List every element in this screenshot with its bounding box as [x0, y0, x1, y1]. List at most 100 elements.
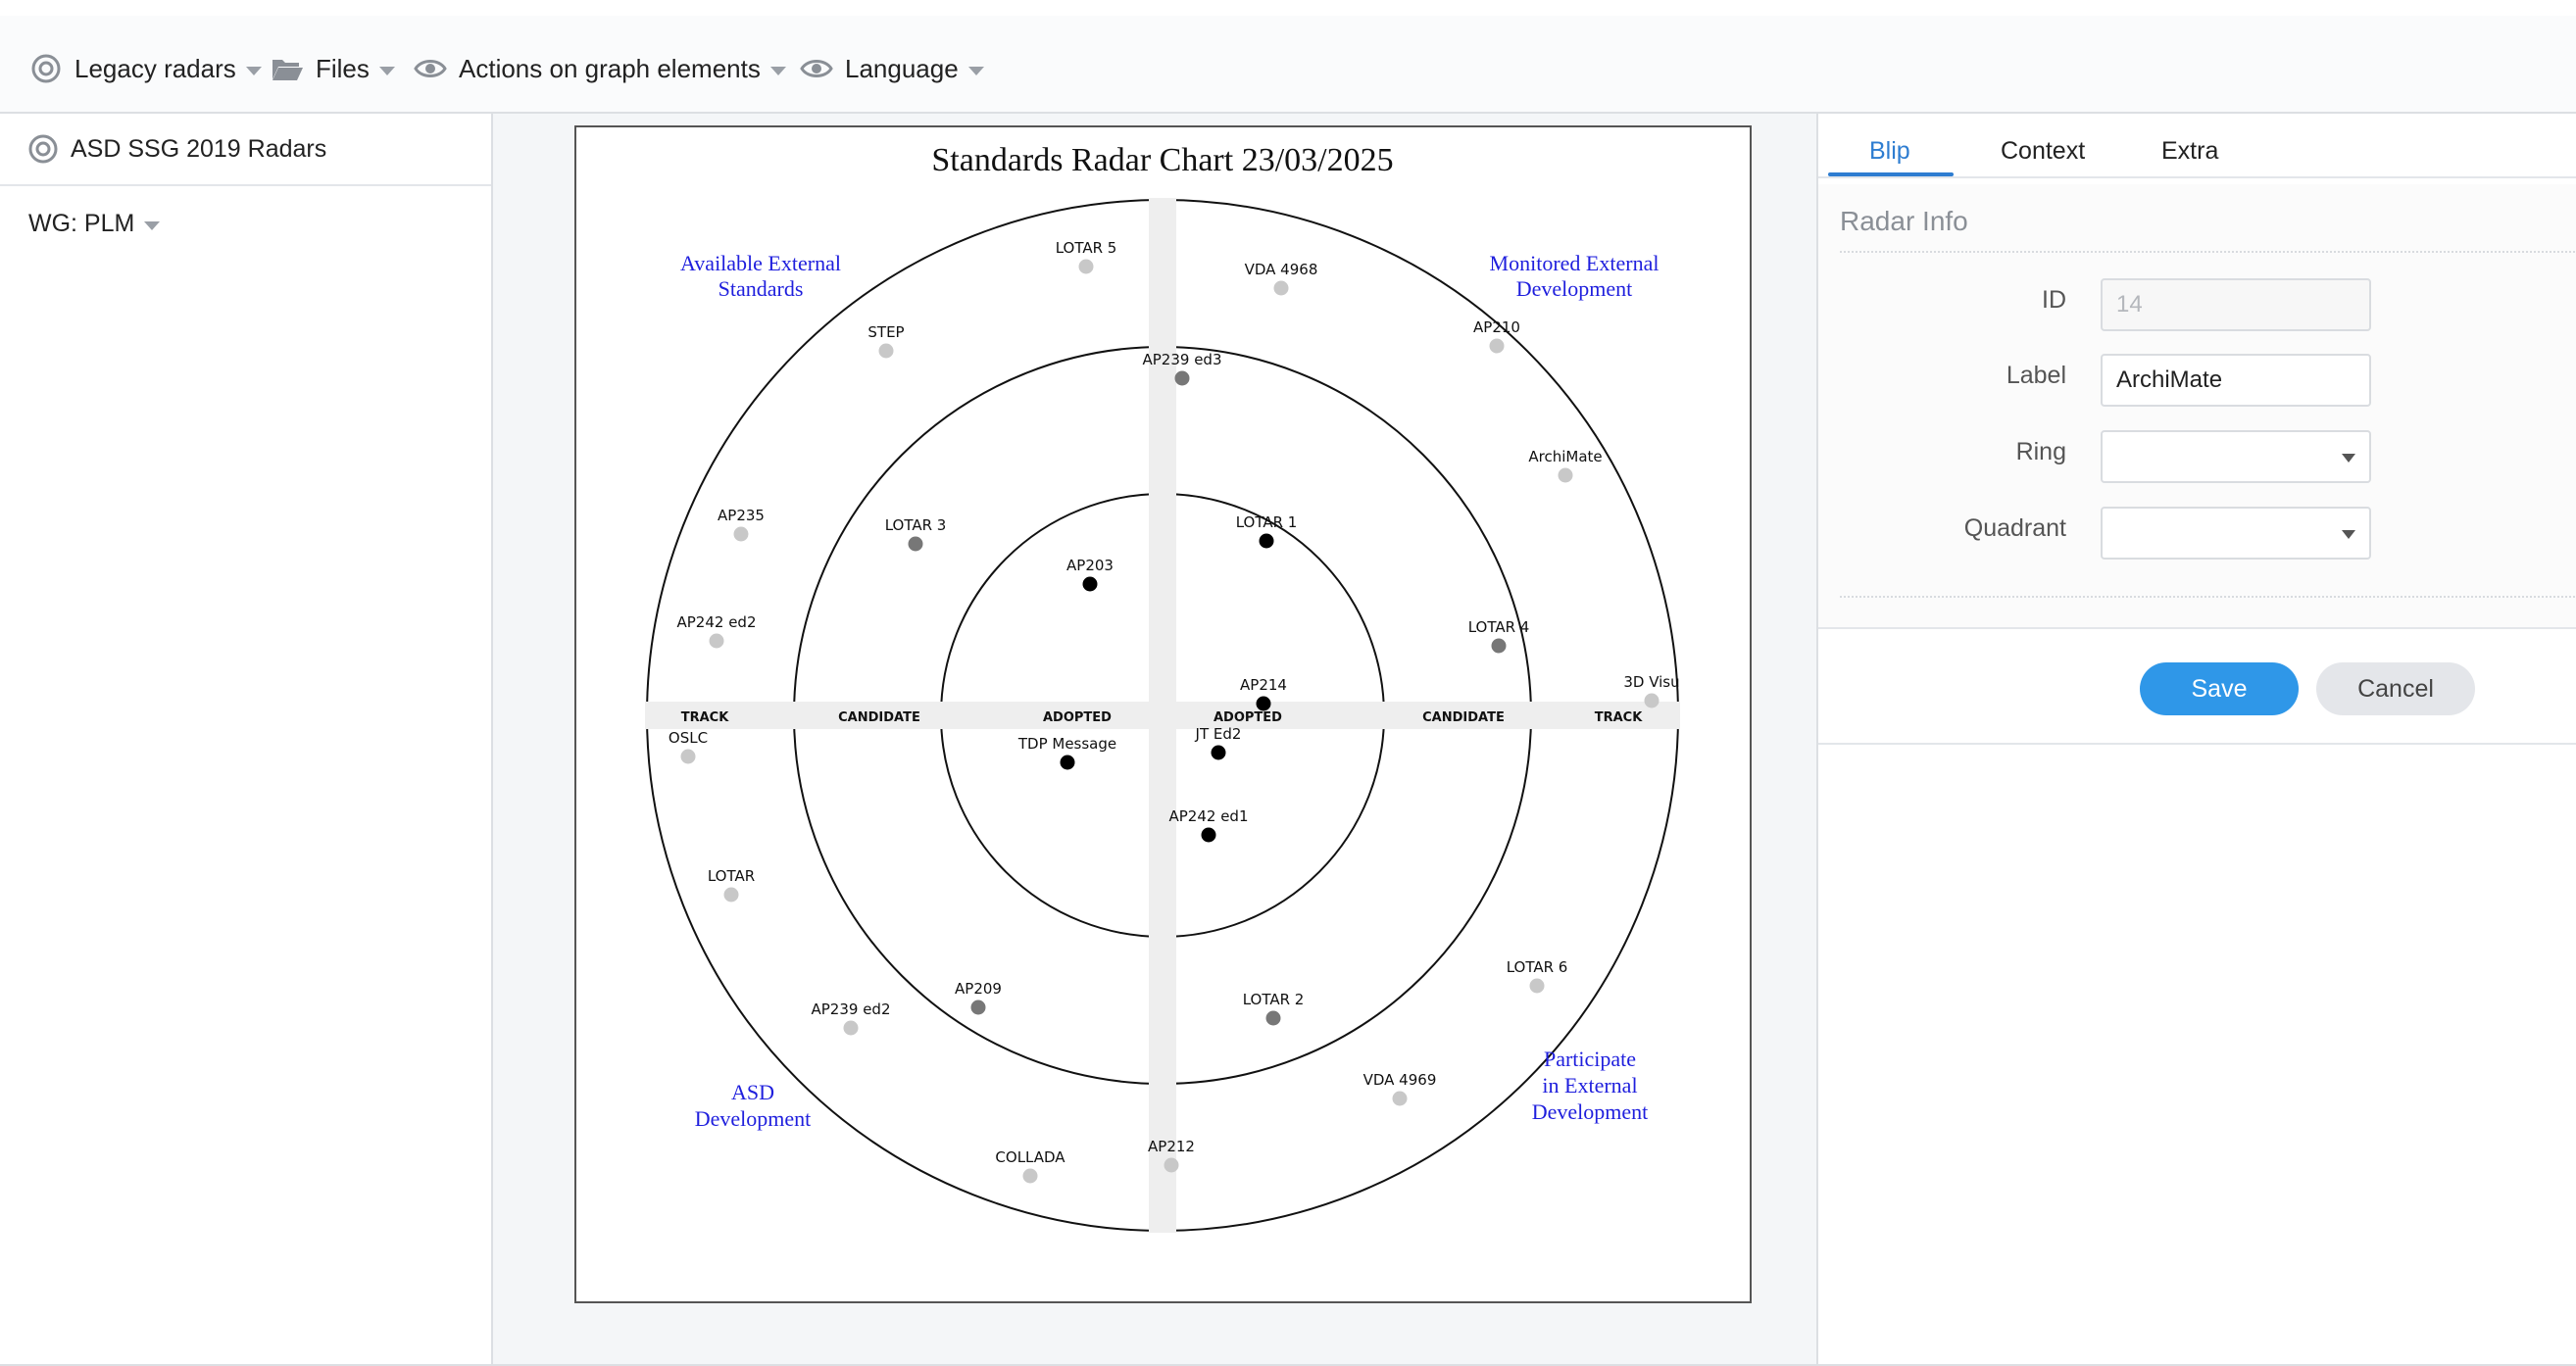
tab-blip[interactable]: Blip — [1869, 137, 1910, 166]
ring-label: ADOPTED — [1043, 710, 1112, 725]
blip-label: STEP — [867, 323, 904, 341]
eye-icon — [800, 52, 833, 85]
chevron-down-icon — [2342, 530, 2355, 539]
blip-marker — [1201, 827, 1216, 843]
menu-language-label: Language — [845, 53, 959, 83]
blip-marker — [1022, 1168, 1038, 1184]
target-icon — [29, 52, 63, 85]
quadrant-label: Monitored External Development — [1490, 251, 1660, 301]
radar-chart-frame: Standards Radar Chart 23/03/2025 TRACK CAN… — [574, 125, 1752, 1303]
label-field[interactable]: ArchiMate — [2101, 354, 2371, 407]
blip-label: AP242 ed1 — [1169, 807, 1249, 825]
radar-info-section: Radar Info ID 14 Label ArchiMate Ring Qu… — [1818, 184, 2576, 629]
blip-marker — [1529, 978, 1545, 994]
quadrant-label: Quadrant — [1963, 514, 2066, 542]
blip-marker — [1174, 370, 1190, 386]
wg-dropdown[interactable]: WG: PLM — [28, 204, 161, 243]
blip-marker — [723, 887, 739, 903]
blip-label: TDP Message — [1017, 735, 1116, 753]
ring-label: CANDIDATE — [1422, 710, 1505, 725]
blip-label: LOTAR 2 — [1243, 991, 1305, 1008]
blip-label: JT Ed2 — [1195, 725, 1242, 743]
divider — [1818, 743, 2576, 745]
blip-marker — [1644, 693, 1660, 708]
blip-label: AP239 ed3 — [1143, 351, 1222, 368]
target-icon — [27, 133, 59, 165]
blip-label: OSLC — [669, 729, 708, 747]
blip-label: AP242 ed2 — [677, 613, 757, 631]
quadrant-label: ASD Development — [695, 1080, 812, 1131]
chevron-down-icon — [769, 66, 786, 75]
chevron-down-icon — [967, 66, 984, 75]
blip-marker — [1489, 338, 1505, 354]
blip-marker — [1164, 1157, 1179, 1173]
ring-label: Ring — [2015, 438, 2066, 465]
blip-label: VDA 4969 — [1363, 1071, 1437, 1089]
blip-label: COLLADA — [995, 1148, 1065, 1166]
blip-label: AP235 — [718, 507, 765, 524]
blip-label: AP212 — [1148, 1138, 1195, 1155]
blip-marker — [733, 526, 749, 542]
radar-set-item[interactable]: ASD SSG 2019 Radars — [0, 114, 491, 186]
section-title: Radar Info — [1840, 206, 1968, 236]
blip-marker — [1491, 638, 1507, 654]
radar-chart[interactable]: Standards Radar Chart 23/03/2025 TRACK CAN… — [576, 127, 1750, 1301]
eye-icon — [414, 52, 447, 85]
blip-label: LOTAR 6 — [1507, 958, 1568, 976]
id-label: ID — [2042, 286, 2066, 314]
blip-marker — [1256, 696, 1271, 711]
active-tab-indicator — [1828, 172, 1954, 176]
horizontal-axis-band — [645, 702, 1680, 729]
blip-label: AP203 — [1066, 557, 1114, 574]
blip-marker — [843, 1020, 859, 1036]
ring-label: TRACK — [1595, 710, 1643, 725]
blip-marker — [709, 633, 724, 649]
blip-label: LOTAR 5 — [1056, 239, 1117, 257]
blip-label: LOTAR 3 — [885, 516, 947, 534]
blip-marker — [1265, 1010, 1281, 1026]
chevron-down-icon — [245, 66, 262, 75]
save-button[interactable]: Save — [2140, 662, 2299, 715]
blip-marker — [1558, 467, 1573, 483]
blip-label: AP214 — [1240, 676, 1287, 694]
blip-marker — [908, 536, 923, 552]
blip-marker — [1392, 1091, 1408, 1106]
blip-marker — [1259, 533, 1274, 549]
chevron-down-icon — [2342, 454, 2355, 463]
menu-files[interactable]: Files — [271, 45, 395, 92]
blip-label: LOTAR 4 — [1468, 618, 1530, 636]
menu-actions-on-graph-elements[interactable]: Actions on graph elements — [414, 45, 786, 92]
blip-label: LOTAR 1 — [1236, 513, 1298, 531]
quadrant-label: Participate in External Development — [1532, 1047, 1649, 1124]
quadrant-label: Available External Standards — [680, 251, 841, 301]
blip-marker — [970, 1000, 986, 1015]
chevron-down-icon — [378, 66, 395, 75]
tab-context[interactable]: Context — [2001, 137, 2085, 166]
tab-extra[interactable]: Extra — [2161, 137, 2218, 166]
blip-label: AP239 ed2 — [812, 1000, 891, 1018]
cancel-button[interactable]: Cancel — [2316, 662, 2475, 715]
left-sidebar: ASD SSG 2019 Radars WG: PLM — [0, 114, 493, 1366]
blip-marker — [1078, 259, 1094, 274]
menu-legacy-radars[interactable]: Legacy radars — [29, 45, 262, 92]
tab-bar: Blip Context Extra — [1818, 114, 2576, 178]
quadrant-select[interactable] — [2101, 507, 2371, 560]
menu-actions-label: Actions on graph elements — [459, 53, 761, 83]
wg-dropdown-label: WG: PLM — [28, 209, 135, 237]
properties-panel: Blip Context Extra Radar Info ID 14 Labe… — [1816, 114, 2576, 1366]
menu-files-label: Files — [316, 53, 370, 83]
ring-label: TRACK — [681, 710, 729, 725]
ring-select[interactable] — [2101, 430, 2371, 483]
divider — [1840, 251, 2575, 253]
radar-set-label: ASD SSG 2019 Radars — [71, 134, 327, 163]
label-label: Label — [2006, 362, 2066, 389]
chevron-down-icon — [144, 220, 161, 230]
ring-label: CANDIDATE — [838, 710, 920, 725]
blip-label: VDA 4968 — [1245, 261, 1318, 278]
menu-language[interactable]: Language — [800, 45, 984, 92]
blip-label: LOTAR — [708, 867, 755, 885]
menu-legacy-radars-label: Legacy radars — [74, 53, 236, 83]
blip-marker — [1211, 745, 1226, 760]
blip-marker — [680, 749, 696, 764]
blip-marker — [1060, 755, 1075, 770]
